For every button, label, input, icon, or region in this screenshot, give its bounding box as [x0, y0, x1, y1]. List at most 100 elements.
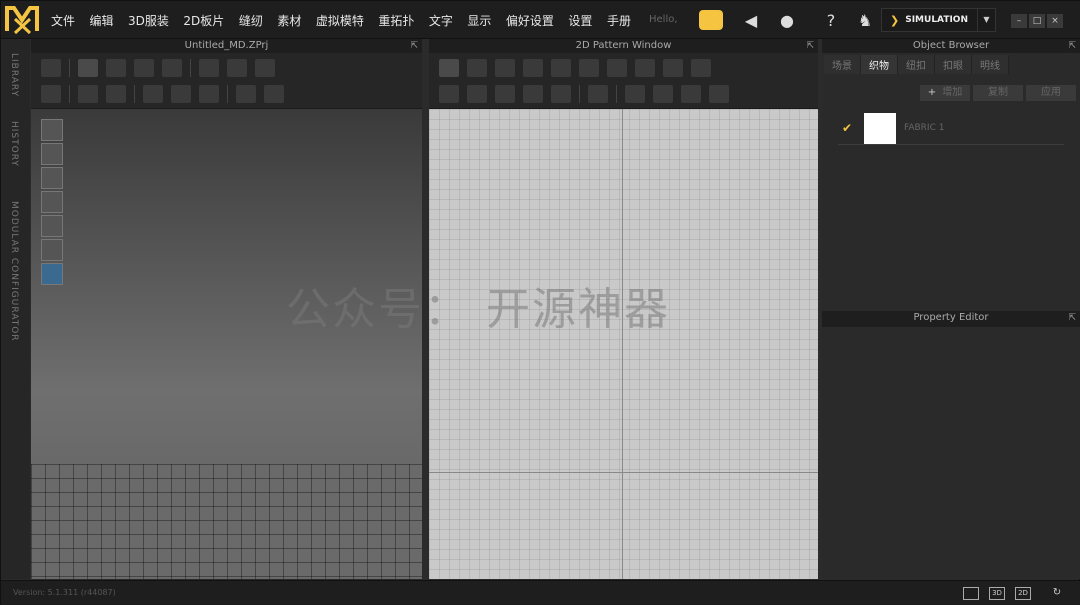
- hello-text: Hello,: [649, 14, 678, 25]
- split-view-icon[interactable]: [963, 587, 979, 600]
- add-point-icon[interactable]: [551, 58, 571, 77]
- garment-fit-icon[interactable]: [625, 84, 645, 103]
- undock-icon[interactable]: ⇱: [410, 39, 418, 53]
- tab-library[interactable]: LIBRARY: [9, 53, 19, 97]
- menu-text[interactable]: 文字: [429, 12, 453, 29]
- menu-settings[interactable]: 设置: [568, 12, 592, 29]
- edit-point-icon[interactable]: [467, 58, 487, 77]
- transform-icon[interactable]: [134, 58, 154, 77]
- garment-display-icon[interactable]: [41, 119, 63, 141]
- tab-buttonhole[interactable]: 扣眼: [935, 55, 972, 74]
- panel-2d-title: 2D Pattern Window: [575, 40, 672, 51]
- check-sew-icon[interactable]: [523, 84, 543, 103]
- menu-sewing[interactable]: 缝纫: [239, 12, 263, 29]
- tab-button[interactable]: 纽扣: [898, 55, 935, 74]
- undock-icon[interactable]: ⇱: [1068, 311, 1076, 325]
- view-3d-button[interactable]: 3D: [989, 587, 1005, 600]
- menu-avatar[interactable]: 虚拟模特: [316, 12, 364, 29]
- menu-3d-garment[interactable]: 3D服装: [128, 12, 169, 29]
- grading-icon[interactable]: [709, 84, 729, 103]
- object-browser-actions: + 增加 复制 应用: [917, 85, 1076, 101]
- menu-file[interactable]: 文件: [51, 12, 75, 29]
- menu-materials[interactable]: 素材: [277, 12, 301, 29]
- tab-scene[interactable]: 场景: [824, 55, 861, 74]
- tab-topstitch[interactable]: 明线: [972, 55, 1009, 74]
- minimize-button[interactable]: –: [1011, 14, 1027, 28]
- fold-display-icon[interactable]: [41, 215, 63, 237]
- close-button[interactable]: ×: [1047, 14, 1063, 28]
- speaker-icon[interactable]: ◀: [741, 11, 761, 31]
- tab-modular-configurator[interactable]: MODULAR CONFIGURATOR: [9, 201, 19, 342]
- curve-point-icon[interactable]: [495, 58, 515, 77]
- apply-button[interactable]: 应用: [1026, 85, 1076, 101]
- menu-display[interactable]: 显示: [467, 12, 491, 29]
- simulation-mode-icon: ❯: [890, 13, 900, 27]
- pin-box-icon[interactable]: [227, 58, 247, 77]
- avatar-pose-icon[interactable]: [41, 84, 61, 103]
- free-sew-2d-icon[interactable]: [467, 84, 487, 103]
- 3d-viewport[interactable]: [31, 109, 422, 579]
- cloud-icon[interactable]: [699, 10, 723, 30]
- transform-pattern-icon[interactable]: [439, 58, 459, 77]
- pattern-icon[interactable]: [635, 58, 655, 77]
- check-icon: ✔: [842, 121, 853, 135]
- garment-icon[interactable]: ♞: [855, 11, 875, 31]
- list-item[interactable]: ✔ FABRIC 1: [838, 111, 1064, 145]
- menu-edit[interactable]: 编辑: [90, 12, 114, 29]
- avatar-head-icon[interactable]: [41, 239, 63, 261]
- menu-preferences[interactable]: 偏好设置: [506, 12, 554, 29]
- select-tool-icon[interactable]: [41, 58, 61, 77]
- globe-icon[interactable]: [41, 263, 63, 285]
- move-tool-icon[interactable]: [78, 58, 98, 77]
- texture-icon[interactable]: [264, 84, 284, 103]
- menu-retopology[interactable]: 重拓扑: [378, 12, 414, 29]
- texture-display-icon[interactable]: [41, 143, 63, 165]
- iron-icon[interactable]: [588, 84, 608, 103]
- vertical-axis: [622, 109, 623, 579]
- add-button[interactable]: + 增加: [920, 85, 970, 101]
- chevron-down-icon[interactable]: ▼: [977, 9, 995, 31]
- menu-2d-pattern[interactable]: 2D板片: [183, 12, 224, 29]
- toolbar-3d-row2: [31, 79, 422, 109]
- copy-button[interactable]: 复制: [973, 85, 1023, 101]
- tab-fabric[interactable]: 织物: [861, 55, 898, 74]
- fabric-swatch: [864, 113, 896, 144]
- segment-sew-2d-icon[interactable]: [439, 84, 459, 103]
- undock-icon[interactable]: ⇱: [806, 39, 814, 53]
- tack-icon[interactable]: [171, 84, 191, 103]
- fold-icon[interactable]: [162, 58, 182, 77]
- edit-curvature-icon[interactable]: [523, 58, 543, 77]
- maximize-button[interactable]: □: [1029, 14, 1045, 28]
- refresh-icon[interactable]: ↻: [1049, 587, 1065, 600]
- 2d-pattern-viewport[interactable]: [429, 109, 818, 579]
- segment-sewing-icon[interactable]: [78, 84, 98, 103]
- trace-icon[interactable]: [691, 58, 711, 77]
- version-text: Version: 5.1.311 (r44087): [13, 588, 116, 597]
- app-logo: [5, 6, 39, 35]
- main-menu: 文件 编辑 3D服装 2D板片 缝纫 素材 虚拟模特 重拓扑 文字 显示 偏好设…: [51, 1, 645, 39]
- sew-length-icon[interactable]: [551, 84, 571, 103]
- avatar-display-icon[interactable]: [41, 167, 63, 189]
- polygon-icon[interactable]: [579, 58, 599, 77]
- edit-sew-2d-icon[interactable]: [495, 84, 515, 103]
- pin-remove-icon[interactable]: [255, 58, 275, 77]
- undock-icon[interactable]: ⇱: [1068, 39, 1076, 53]
- rectangle-icon[interactable]: [607, 58, 627, 77]
- watermark: 公众号： 开源神器: [286, 284, 670, 335]
- internal-shape-icon[interactable]: [663, 58, 683, 77]
- tab-history[interactable]: HISTORY: [9, 121, 19, 167]
- pattern-display-icon[interactable]: [41, 191, 63, 213]
- help-icon[interactable]: ?: [821, 11, 841, 31]
- user-icon[interactable]: ●: [777, 11, 797, 31]
- pattern-fill-icon[interactable]: [681, 84, 701, 103]
- graphic-icon[interactable]: [653, 84, 673, 103]
- fabric-icon[interactable]: [199, 84, 219, 103]
- view-2d-button[interactable]: 2D: [1015, 587, 1031, 600]
- mode-selector[interactable]: ❯ SIMULATION ▼: [881, 8, 996, 32]
- menu-manual[interactable]: 手册: [607, 12, 631, 29]
- select-mesh-icon[interactable]: [106, 58, 126, 77]
- edit-sewing-icon[interactable]: [143, 84, 163, 103]
- pin-icon[interactable]: [199, 58, 219, 77]
- free-sewing-icon[interactable]: [106, 84, 126, 103]
- button-icon[interactable]: [236, 84, 256, 103]
